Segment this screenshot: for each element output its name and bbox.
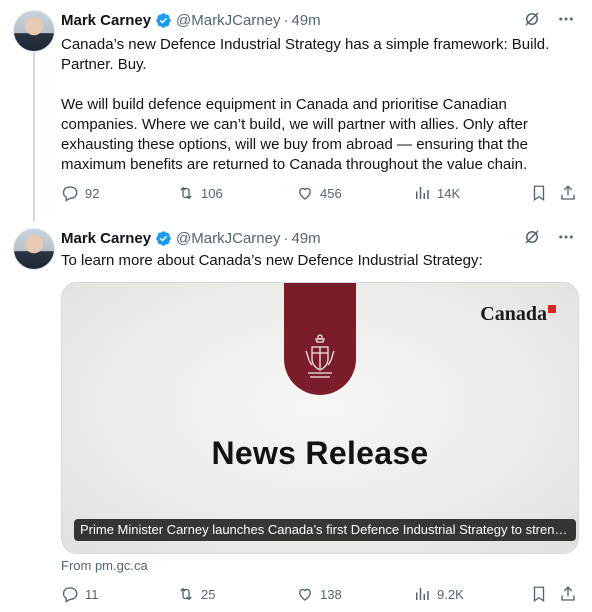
tweet-header: Mark Carney @MarkJCarney · 49m bbox=[61, 228, 321, 248]
card-source[interactable]: From pm.gc.ca bbox=[61, 558, 148, 573]
action-bar: 92 106 456 14K bbox=[61, 184, 581, 204]
share-button[interactable] bbox=[559, 184, 577, 202]
coat-of-arms-icon bbox=[305, 334, 335, 378]
repost-count: 25 bbox=[201, 586, 216, 602]
reply-button[interactable]: 11 bbox=[61, 585, 99, 603]
views-button[interactable]: 9.2K bbox=[413, 585, 464, 603]
verified-badge-icon bbox=[156, 12, 171, 28]
like-count: 138 bbox=[320, 586, 342, 602]
tweet-text: To learn more about Canada’s new Defence… bbox=[61, 251, 581, 271]
avatar[interactable] bbox=[13, 10, 55, 52]
reply-icon bbox=[62, 587, 78, 603]
repost-icon bbox=[180, 186, 192, 200]
tweet-text: Canada’s new Defence Industrial Strategy… bbox=[61, 35, 581, 175]
avatar[interactable] bbox=[13, 228, 55, 270]
card-image[interactable]: Canada News Release Prime Minister Carne… bbox=[62, 283, 578, 553]
action-bar: 11 25 138 9.2K bbox=[61, 585, 581, 605]
ribbon-banner bbox=[284, 283, 356, 395]
like-button[interactable]: 138 bbox=[296, 585, 342, 603]
reply-icon bbox=[62, 186, 78, 202]
author-name[interactable]: Mark Carney bbox=[61, 230, 151, 247]
like-count: 456 bbox=[320, 185, 342, 201]
bookmark-icon bbox=[533, 586, 545, 603]
more-icon[interactable] bbox=[556, 227, 576, 247]
like-button[interactable]: 456 bbox=[296, 184, 342, 202]
timestamp[interactable]: 49m bbox=[291, 12, 320, 29]
thread-line bbox=[33, 52, 35, 222]
share-button[interactable] bbox=[559, 585, 577, 603]
views-count: 9.2K bbox=[437, 586, 464, 602]
views-icon bbox=[416, 187, 429, 199]
canada-wordmark: Canada bbox=[480, 303, 556, 326]
timestamp[interactable]: 49m bbox=[291, 230, 320, 247]
like-icon bbox=[299, 588, 311, 601]
separator-dot: · bbox=[283, 11, 289, 29]
bookmark-button[interactable] bbox=[530, 585, 548, 603]
card-caption[interactable]: Prime Minister Carney launches Canada’s … bbox=[74, 519, 576, 541]
tweet-paragraph: Canada’s new Defence Industrial Strategy… bbox=[61, 36, 550, 73]
link-card[interactable]: Canada News Release Prime Minister Carne… bbox=[61, 282, 579, 554]
repost-button[interactable]: 25 bbox=[177, 585, 215, 603]
reply-button[interactable]: 92 bbox=[61, 184, 99, 202]
views-count: 14K bbox=[437, 185, 461, 201]
author-handle[interactable]: @MarkJCarney bbox=[176, 230, 280, 247]
repost-button[interactable]: 106 bbox=[177, 184, 223, 202]
repost-icon bbox=[180, 587, 192, 601]
author-name[interactable]: Mark Carney bbox=[61, 12, 151, 29]
verified-badge-icon bbox=[156, 230, 171, 246]
tweet[interactable]: Mark Carney @MarkJCarney · 49m To learn … bbox=[0, 218, 592, 612]
reply-count: 11 bbox=[85, 586, 99, 602]
grok-icon[interactable] bbox=[522, 9, 542, 29]
bookmark-icon bbox=[533, 185, 545, 202]
card-headline: News Release bbox=[211, 435, 429, 471]
author-handle[interactable]: @MarkJCarney bbox=[176, 12, 280, 29]
tweet-paragraph: We will build defence equipment in Canad… bbox=[61, 96, 528, 173]
reply-count: 92 bbox=[85, 185, 100, 201]
tweet-paragraph: To learn more about Canada’s new Defence… bbox=[61, 252, 483, 269]
grok-icon[interactable] bbox=[522, 227, 542, 247]
like-icon bbox=[299, 187, 311, 200]
bookmark-button[interactable] bbox=[530, 184, 548, 202]
flag-icon bbox=[548, 305, 556, 313]
views-button[interactable]: 14K bbox=[413, 184, 460, 202]
repost-count: 106 bbox=[201, 185, 223, 201]
views-icon bbox=[416, 588, 429, 600]
tweet-header: Mark Carney @MarkJCarney · 49m bbox=[61, 10, 321, 30]
separator-dot: · bbox=[283, 229, 289, 247]
share-icon bbox=[561, 586, 575, 601]
more-icon[interactable] bbox=[556, 9, 576, 29]
tweet[interactable]: Mark Carney @MarkJCarney · 49m Canada’s … bbox=[0, 0, 592, 222]
share-icon bbox=[561, 185, 575, 200]
